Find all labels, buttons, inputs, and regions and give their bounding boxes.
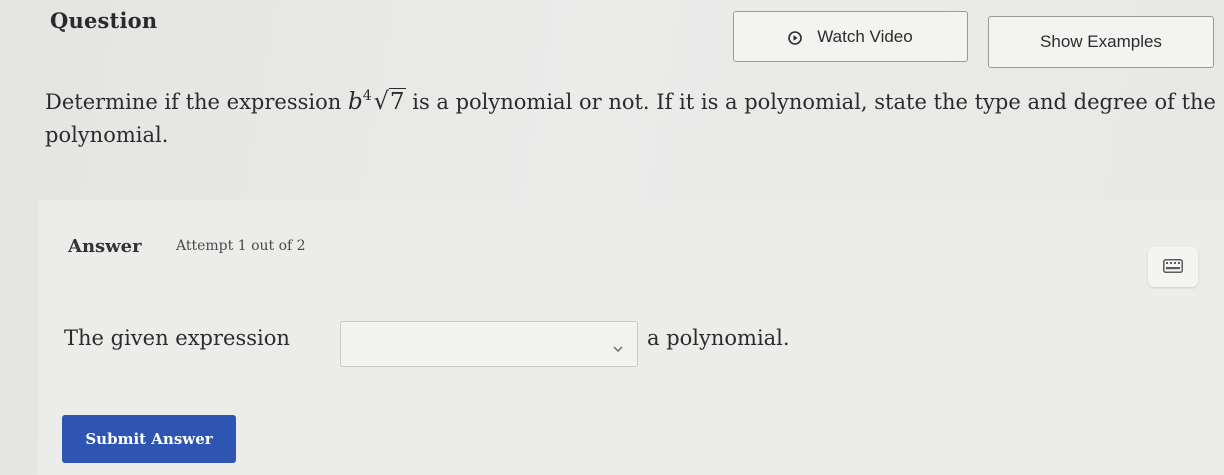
math-sqrt: √7: [373, 87, 406, 115]
watch-video-label: Watch Video: [817, 26, 913, 46]
answer-sentence-start: The given expression: [64, 326, 290, 350]
math-expression: b4√7: [347, 87, 406, 115]
math-base: b: [347, 89, 363, 115]
math-radicand: 7: [388, 88, 406, 115]
math-exponent: 4: [362, 88, 372, 104]
attempt-counter: Attempt 1 out of 2: [176, 238, 306, 254]
question-prompt: Determine if the expression b4√7 is a po…: [45, 80, 1220, 152]
show-examples-button[interactable]: Show Examples: [988, 16, 1214, 68]
answer-panel: Answer Attempt 1 out of 2 The given expr…: [38, 200, 1224, 475]
calculator-icon: [1163, 258, 1183, 277]
question-heading: Question: [50, 8, 158, 33]
chevron-down-icon: [613, 338, 623, 352]
submit-answer-button[interactable]: Submit Answer: [62, 415, 236, 463]
prompt-text-before: Determine if the expression: [45, 90, 348, 114]
play-circle-icon: [788, 30, 803, 45]
watch-video-button[interactable]: Watch Video: [733, 11, 968, 62]
answer-heading: Answer: [68, 236, 142, 257]
calculator-button[interactable]: [1148, 247, 1198, 287]
show-examples-label: Show Examples: [1040, 32, 1162, 51]
answer-sentence-end: a polynomial.: [647, 326, 790, 350]
polynomial-select[interactable]: [340, 321, 638, 367]
